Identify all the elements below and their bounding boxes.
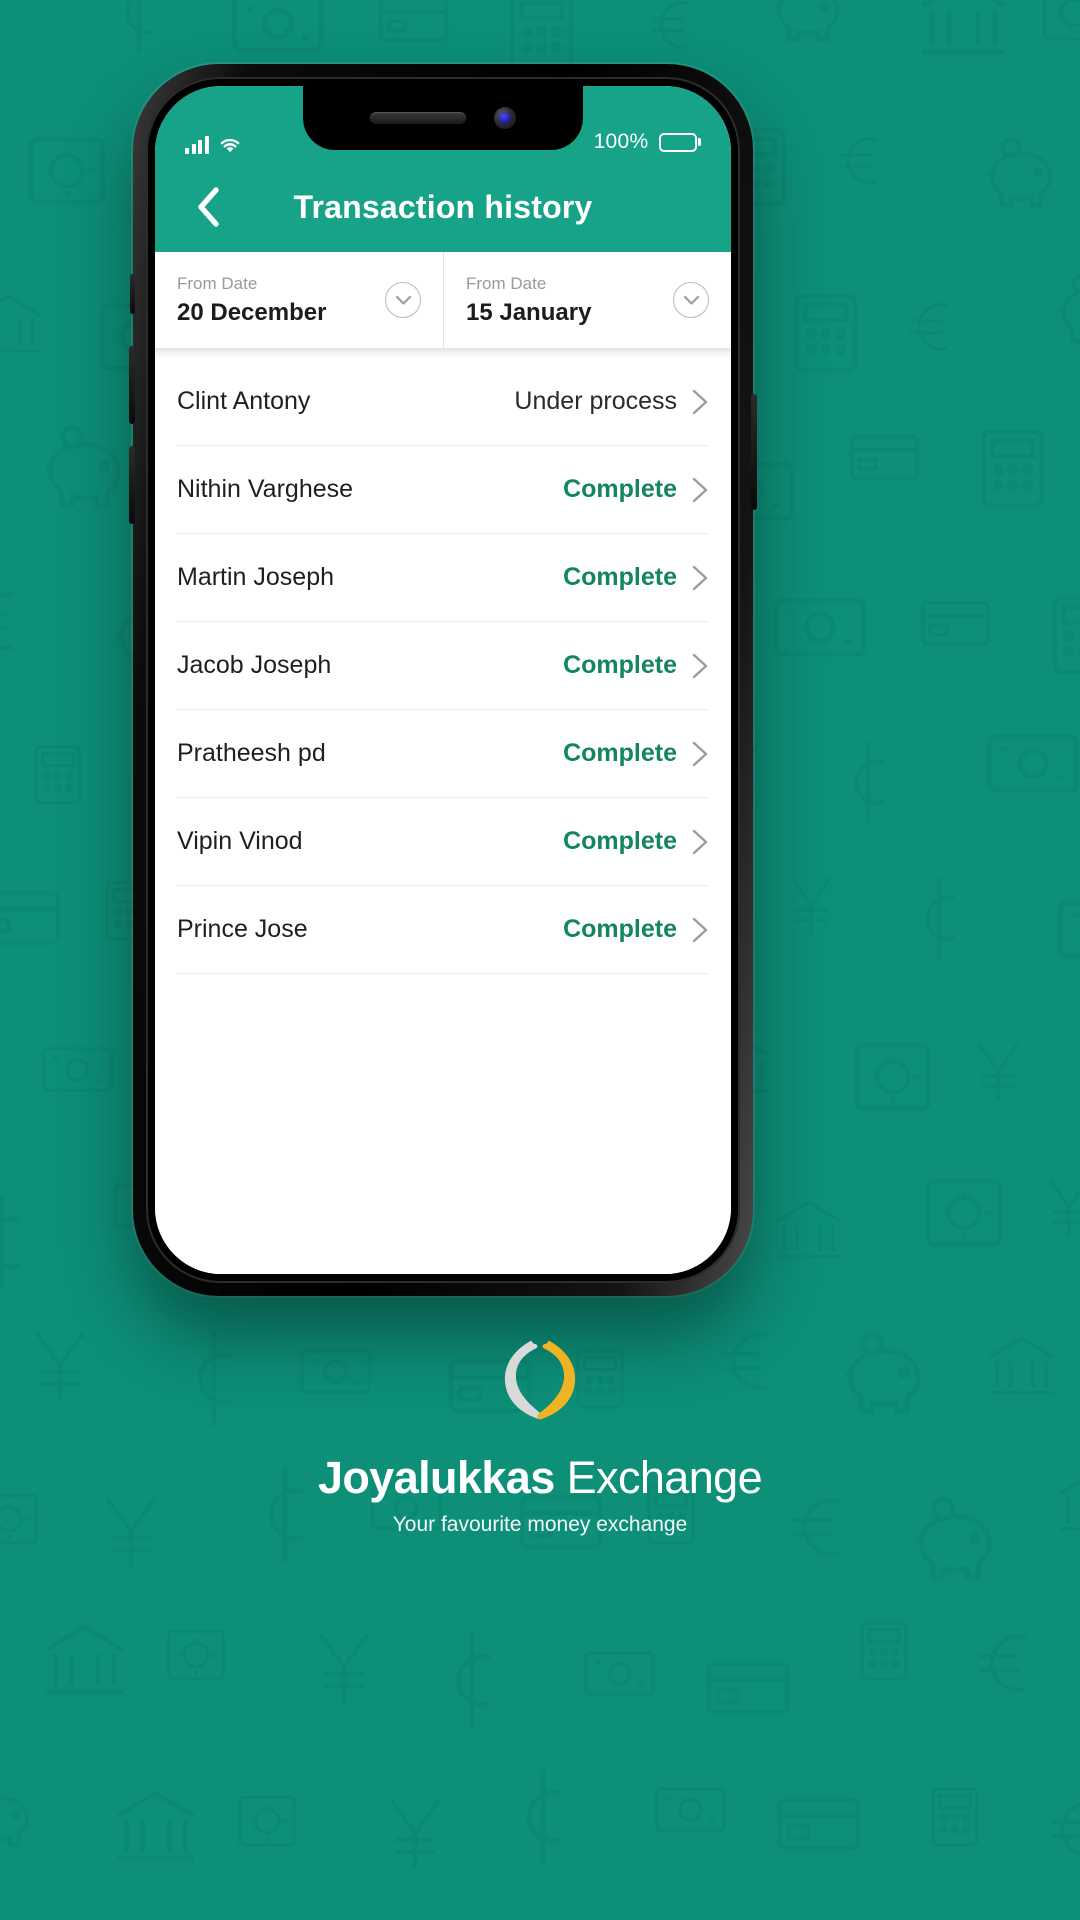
status-bar-right: 100% bbox=[594, 130, 701, 154]
status-badge: Complete bbox=[563, 651, 677, 679]
chevron-right-icon[interactable] bbox=[691, 828, 709, 856]
joyalukkas-heart-logo bbox=[504, 1340, 576, 1420]
brand-name-primary: Joyalukkas bbox=[317, 1452, 555, 1503]
chevron-right-icon[interactable] bbox=[691, 476, 709, 504]
table-row[interactable]: Martin Joseph Complete bbox=[177, 534, 709, 622]
app-bar: Transaction history bbox=[155, 162, 731, 252]
brand-name: Joyalukkas Exchange bbox=[317, 1452, 763, 1504]
status-badge: Complete bbox=[563, 563, 677, 591]
filter-divider-shadow bbox=[155, 348, 731, 358]
brand-footer: Joyalukkas Exchange Your favourite money… bbox=[0, 1330, 1080, 1537]
status-badge: Under process bbox=[514, 387, 677, 415]
table-row[interactable]: Clint Antony Under process bbox=[177, 358, 709, 446]
front-camera-icon bbox=[494, 107, 516, 129]
transaction-recipient-name: Nithin Varghese bbox=[177, 475, 354, 503]
status-badge: Complete bbox=[563, 475, 677, 503]
battery-percent-label: 100% bbox=[593, 130, 649, 153]
status-badge: Complete bbox=[563, 915, 677, 943]
chevron-right-icon[interactable] bbox=[691, 564, 709, 592]
chevron-left-icon bbox=[198, 187, 219, 227]
from-date-picker[interactable]: From Date 20 December bbox=[155, 252, 443, 348]
battery-full-icon bbox=[658, 132, 701, 152]
phone-screen: 100% Transaction history From Date 20 De… bbox=[155, 86, 731, 1274]
to-date-picker[interactable]: From Date 15 January bbox=[443, 252, 731, 348]
volume-up-button[interactable] bbox=[129, 346, 135, 424]
cellular-signal-icon bbox=[185, 136, 209, 154]
wifi-icon bbox=[220, 138, 239, 153]
from-date-text: From Date 20 December bbox=[177, 274, 385, 327]
from-date-value: 20 December bbox=[177, 298, 327, 326]
to-date-text: From Date 15 January bbox=[466, 274, 673, 327]
transaction-recipient-name: Clint Antony bbox=[177, 387, 311, 415]
date-filter-bar: From Date 20 December From Date 15 Janua… bbox=[155, 252, 731, 348]
chevron-down-circle-icon bbox=[673, 282, 709, 318]
to-date-label: From Date bbox=[466, 273, 547, 293]
table-row[interactable]: Jacob Joseph Complete bbox=[177, 622, 709, 710]
power-button[interactable] bbox=[751, 394, 757, 510]
chevron-right-icon[interactable] bbox=[691, 388, 709, 416]
transaction-recipient-name: Jacob Joseph bbox=[177, 651, 332, 679]
phone-notch bbox=[303, 86, 583, 150]
from-date-label: From Date bbox=[177, 273, 258, 293]
transaction-list[interactable]: Clint Antony Under process Nithin Varghese… bbox=[155, 358, 731, 1274]
phone-mockup: 100% Transaction history From Date 20 De… bbox=[129, 64, 757, 1296]
volume-down-button[interactable] bbox=[129, 446, 135, 524]
chevron-right-icon[interactable] bbox=[691, 740, 709, 768]
status-bar-left bbox=[185, 135, 242, 154]
table-row[interactable]: Prince Jose Complete bbox=[177, 886, 709, 974]
silent-switch[interactable] bbox=[130, 274, 135, 314]
table-row[interactable]: Pratheesh pd Complete bbox=[177, 710, 709, 798]
brand-name-secondary: Exchange bbox=[566, 1452, 763, 1503]
chevron-right-icon[interactable] bbox=[691, 652, 709, 680]
back-button[interactable] bbox=[181, 180, 235, 234]
chevron-down-circle-icon bbox=[385, 282, 421, 318]
to-date-value: 15 January bbox=[466, 298, 592, 326]
chevron-right-icon[interactable] bbox=[691, 916, 709, 944]
status-badge: Complete bbox=[563, 827, 677, 855]
transaction-recipient-name: Pratheesh pd bbox=[177, 739, 326, 767]
page-title: Transaction history bbox=[293, 188, 593, 225]
table-row[interactable]: Vipin Vinod Complete bbox=[177, 798, 709, 886]
status-badge: Complete bbox=[563, 739, 677, 767]
earpiece-speaker bbox=[370, 112, 466, 124]
brand-tagline: Your favourite money exchange bbox=[392, 1513, 688, 1536]
transaction-recipient-name: Prince Jose bbox=[177, 915, 308, 943]
transaction-recipient-name: Martin Joseph bbox=[177, 563, 335, 591]
table-row[interactable]: Nithin Varghese Complete bbox=[177, 446, 709, 534]
transaction-recipient-name: Vipin Vinod bbox=[177, 827, 303, 855]
phone-bezel: 100% Transaction history From Date 20 De… bbox=[146, 77, 740, 1283]
